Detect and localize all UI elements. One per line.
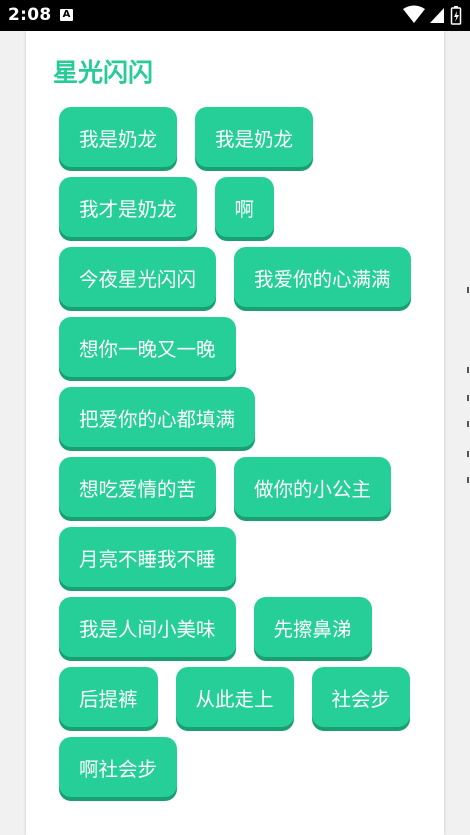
side-edge-marks bbox=[466, 31, 469, 835]
tag-button[interactable]: 从此走上 bbox=[175, 667, 294, 727]
tag-button[interactable]: 月亮不睡我不睡 bbox=[59, 527, 236, 587]
tag-button[interactable]: 我是奶龙 bbox=[195, 107, 314, 167]
signal-icon bbox=[430, 8, 444, 23]
tag-button[interactable]: 后提裤 bbox=[59, 667, 158, 727]
tag-button[interactable]: 我是奶龙 bbox=[59, 107, 178, 167]
tag-list: 我是奶龙 我是奶龙我才是奶龙啊今夜星光闪闪 我爱你的心满满想你一晚又一晚 把爱你的心都… bbox=[59, 107, 429, 797]
tag-button[interactable]: 想吃爱情的苦 bbox=[59, 457, 217, 517]
tag-button[interactable]: 啊 bbox=[214, 177, 275, 237]
tag-button[interactable]: 把爱你的心都填满 bbox=[59, 387, 256, 447]
tag-button[interactable]: 先擦鼻涕 bbox=[253, 597, 372, 657]
tag-button[interactable]: 今夜星光闪闪 bbox=[59, 247, 217, 307]
tag-button[interactable]: 我才是奶龙 bbox=[59, 177, 197, 237]
tag-button[interactable]: 想你一晚又一晚 bbox=[59, 317, 236, 377]
page-title: 星光闪闪 bbox=[53, 58, 154, 87]
wifi-icon bbox=[403, 5, 425, 23]
tag-button[interactable]: 我爱你的心满满 bbox=[234, 247, 411, 307]
status-icons bbox=[402, 5, 464, 25]
status-bar: 2:08 A bbox=[0, 0, 470, 31]
tag-button[interactable]: 社会步 bbox=[311, 667, 411, 727]
tag-button[interactable]: 啊社会步 bbox=[59, 737, 178, 797]
tag-button[interactable]: 我是人间小美味 bbox=[59, 597, 236, 657]
battery-icon bbox=[450, 6, 462, 25]
status-time: 2:08 bbox=[8, 5, 52, 25]
tag-card: 星光闪闪 我是奶龙 我是奶龙我才是奶龙啊今夜星光闪闪 我爱你的心满满想你一晚又一晚把… bbox=[26, 31, 444, 835]
notification-a-icon: A bbox=[60, 9, 73, 21]
tag-button[interactable]: 做你的小公主 bbox=[234, 457, 392, 517]
